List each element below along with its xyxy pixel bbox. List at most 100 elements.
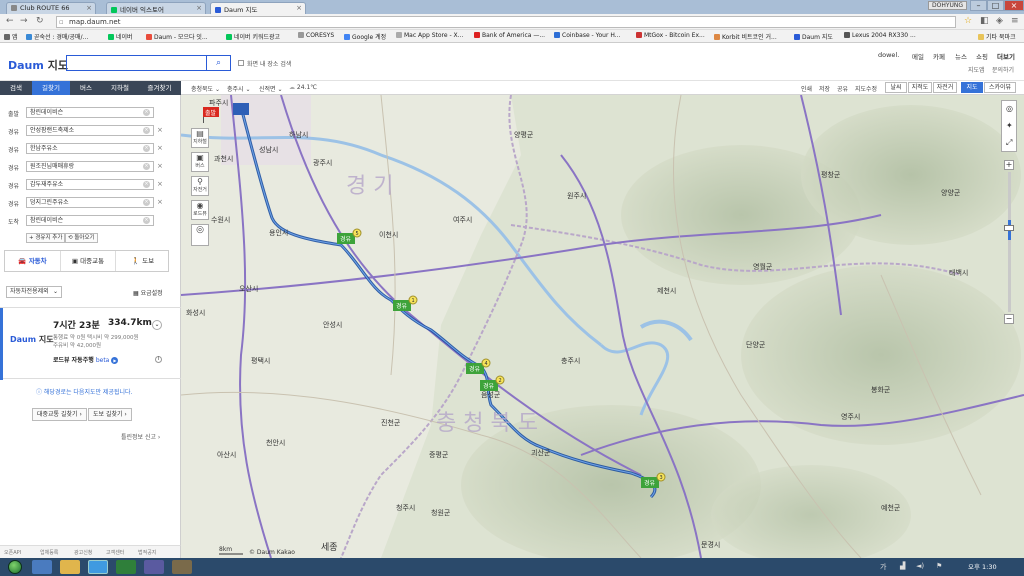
clear-icon[interactable]: × <box>143 217 150 224</box>
tab-subway[interactable]: 지하철 <box>102 81 138 95</box>
roadview-layer-button[interactable]: ◉ 로드뷰 <box>191 200 209 220</box>
clear-icon[interactable]: × <box>143 163 150 170</box>
footer-link[interactable]: 고객센터 <box>106 549 124 556</box>
remove-waypoint-icon[interactable]: × <box>157 198 163 206</box>
close-window-button[interactable]: × <box>1004 0 1024 11</box>
extension-icon[interactable]: ◧ <box>980 16 989 27</box>
info-icon[interactable]: i <box>155 356 162 363</box>
clear-icon[interactable]: × <box>143 145 150 152</box>
flag-icon[interactable]: ⚑ <box>936 562 942 570</box>
ie-taskbar-icon[interactable] <box>32 560 52 574</box>
app-taskbar-icon-3[interactable] <box>172 560 192 574</box>
remove-waypoint-icon[interactable]: × <box>157 162 163 170</box>
maximize-button[interactable]: □ <box>987 0 1004 11</box>
save-link[interactable]: 저장 <box>819 84 830 93</box>
tab-club-route-66[interactable]: Club ROUTE 66 × <box>6 2 96 14</box>
edit-map-link[interactable]: 지도수정 <box>855 84 877 93</box>
profile-chip[interactable]: DOHYUNG <box>928 1 968 10</box>
bookmark-item[interactable]: CORESYS <box>298 32 334 39</box>
remove-waypoint-icon[interactable]: × <box>157 126 163 134</box>
bus-layer-button[interactable]: ▣ 버스 <box>191 152 209 172</box>
user-link[interactable]: dowel. <box>878 51 899 59</box>
bookmark-item[interactable]: Mac App Store - X... <box>396 32 463 39</box>
return-trip-button[interactable]: ⟲ 돌아오기 <box>65 233 98 243</box>
tab-favorites[interactable]: 즐겨찾기 <box>138 81 181 95</box>
explorer-taskbar-icon[interactable] <box>60 560 80 574</box>
map-canvas[interactable]: 경 기 충 청 북 도 파주시 과천시 성남시 광주시 하남시 이천시 여주시 … <box>181 95 1024 558</box>
zoom-in-button[interactable]: + <box>1004 160 1014 170</box>
layer-toggle-button[interactable]: ◎ <box>191 224 209 246</box>
back-icon[interactable]: ← <box>6 16 14 27</box>
forward-icon[interactable]: → <box>20 16 28 27</box>
waypoint-input[interactable]: 원조진님매매휴랑 × <box>26 161 154 172</box>
cafe-link[interactable]: 카페 <box>933 51 945 61</box>
map-view-button[interactable]: 지도 <box>961 82 983 93</box>
reload-icon[interactable]: ↻ <box>36 16 44 27</box>
zoom-handle[interactable] <box>1004 225 1014 231</box>
bookmark-item[interactable]: 곧숙선 : 경매/공매/... <box>26 32 88 41</box>
bicycle-layer-button[interactable]: ⚲ 자전거 <box>191 176 209 196</box>
transit-directions-button[interactable]: 대중교통 길찾기 › <box>32 408 87 421</box>
waypoint-input[interactable]: 덩지그린주유소 × <box>26 197 154 208</box>
search-button[interactable]: ⌕ <box>206 55 231 71</box>
inquiry-link[interactable]: 문의하기 <box>992 65 1014 74</box>
add-waypoint-button[interactable]: + 경유지 추가 <box>26 233 66 243</box>
bicycle-button[interactable]: 자전거 <box>933 82 957 93</box>
volume-icon[interactable]: ◄) <box>916 562 924 570</box>
footer-link[interactable]: 오픈API <box>4 549 21 556</box>
bookmark-item[interactable]: MtGox - Bitcoin Ex... <box>636 32 705 39</box>
menu-icon[interactable]: ≡ <box>1011 16 1019 27</box>
chevron-down-icon[interactable]: ⌄ <box>152 320 162 330</box>
area-search-checkbox[interactable] <box>238 60 244 66</box>
bookmark-item[interactable]: Lexus 2004 RX330 ... <box>844 32 916 39</box>
subway-layer-button[interactable]: ▤ 지하철 <box>191 128 209 148</box>
fullscreen-icon[interactable]: ⤢ <box>1006 138 1012 148</box>
walk-directions-button[interactable]: 도보 길찾기 › <box>88 408 132 421</box>
waypoint-input[interactable]: 한남주유소 × <box>26 143 154 154</box>
end-marker[interactable] <box>233 103 249 115</box>
footer-link[interactable]: 광고신청 <box>74 549 92 556</box>
tab-bus[interactable]: 버스 <box>70 81 102 95</box>
roadview-autoplay[interactable]: 로드뷰 자동주행 beta ▶ <box>53 355 119 364</box>
tray-lang-indicator[interactable]: 가 <box>880 562 886 572</box>
tab-naver-store[interactable]: 네이버 익스토어 × <box>106 2 206 14</box>
bookmark-item[interactable]: 네이버 키워드광고 <box>226 32 280 41</box>
bookmark-item[interactable]: Daum 지도 <box>794 32 833 41</box>
route-option-select[interactable]: 자동차전용제외 ⌄ <box>6 286 62 298</box>
bookmark-item[interactable]: 네이버 <box>108 32 133 41</box>
bookmark-item[interactable]: Coinbase - Your H... <box>554 32 620 39</box>
remove-waypoint-icon[interactable]: × <box>157 144 163 152</box>
network-icon[interactable]: ▟ <box>900 562 905 570</box>
search-input[interactable] <box>66 55 206 71</box>
bookmark-item[interactable]: Bank of America —... <box>474 32 545 39</box>
map-app-link[interactable]: 지도앱 <box>968 65 985 74</box>
close-tab-icon[interactable]: × <box>196 4 202 12</box>
tab-daum-map[interactable]: Daum 지도 × <box>210 2 306 14</box>
minimize-button[interactable]: – <box>970 0 987 11</box>
close-tab-icon[interactable]: × <box>86 4 92 12</box>
app-taskbar-icon[interactable] <box>116 560 136 574</box>
zoom-slider[interactable]: + − <box>1004 160 1014 325</box>
report-error-link[interactable]: 틀린정보 신고 › <box>121 432 160 441</box>
clear-icon[interactable]: × <box>143 127 150 134</box>
share-link[interactable]: 공유 <box>837 84 848 93</box>
start-button[interactable] <box>8 560 22 574</box>
clear-icon[interactable]: × <box>143 181 150 188</box>
app-taskbar-icon-2[interactable] <box>144 560 164 574</box>
compass-icon[interactable]: ✦ <box>1006 121 1013 130</box>
shopping-link[interactable]: 쇼핑 <box>976 51 988 61</box>
start-input[interactable]: 참린데이비슨 × <box>26 107 154 118</box>
bookmark-item[interactable]: Google 계정 <box>344 32 386 41</box>
url-input[interactable]: ▫ map.daum.net <box>56 16 956 28</box>
cadastral-button[interactable]: 지적도 <box>908 82 932 93</box>
mode-walk[interactable]: 🚶 도보 <box>115 251 170 271</box>
mode-transit[interactable]: ▣ 대중교통 <box>60 251 115 271</box>
daum-logo[interactable]: Daum 지도 <box>8 57 68 73</box>
print-link[interactable]: 인쇄 <box>801 84 812 93</box>
footer-link[interactable]: 법적공지 <box>138 549 156 556</box>
remove-waypoint-icon[interactable]: × <box>157 180 163 188</box>
bookmark-apps[interactable]: 앱 <box>4 32 18 41</box>
waypoint-input[interactable]: 감두재주유소 × <box>26 179 154 190</box>
other-bookmarks[interactable]: 기타 북마크 <box>978 32 1016 41</box>
end-input[interactable]: 참린데이비슨 × <box>26 215 154 226</box>
